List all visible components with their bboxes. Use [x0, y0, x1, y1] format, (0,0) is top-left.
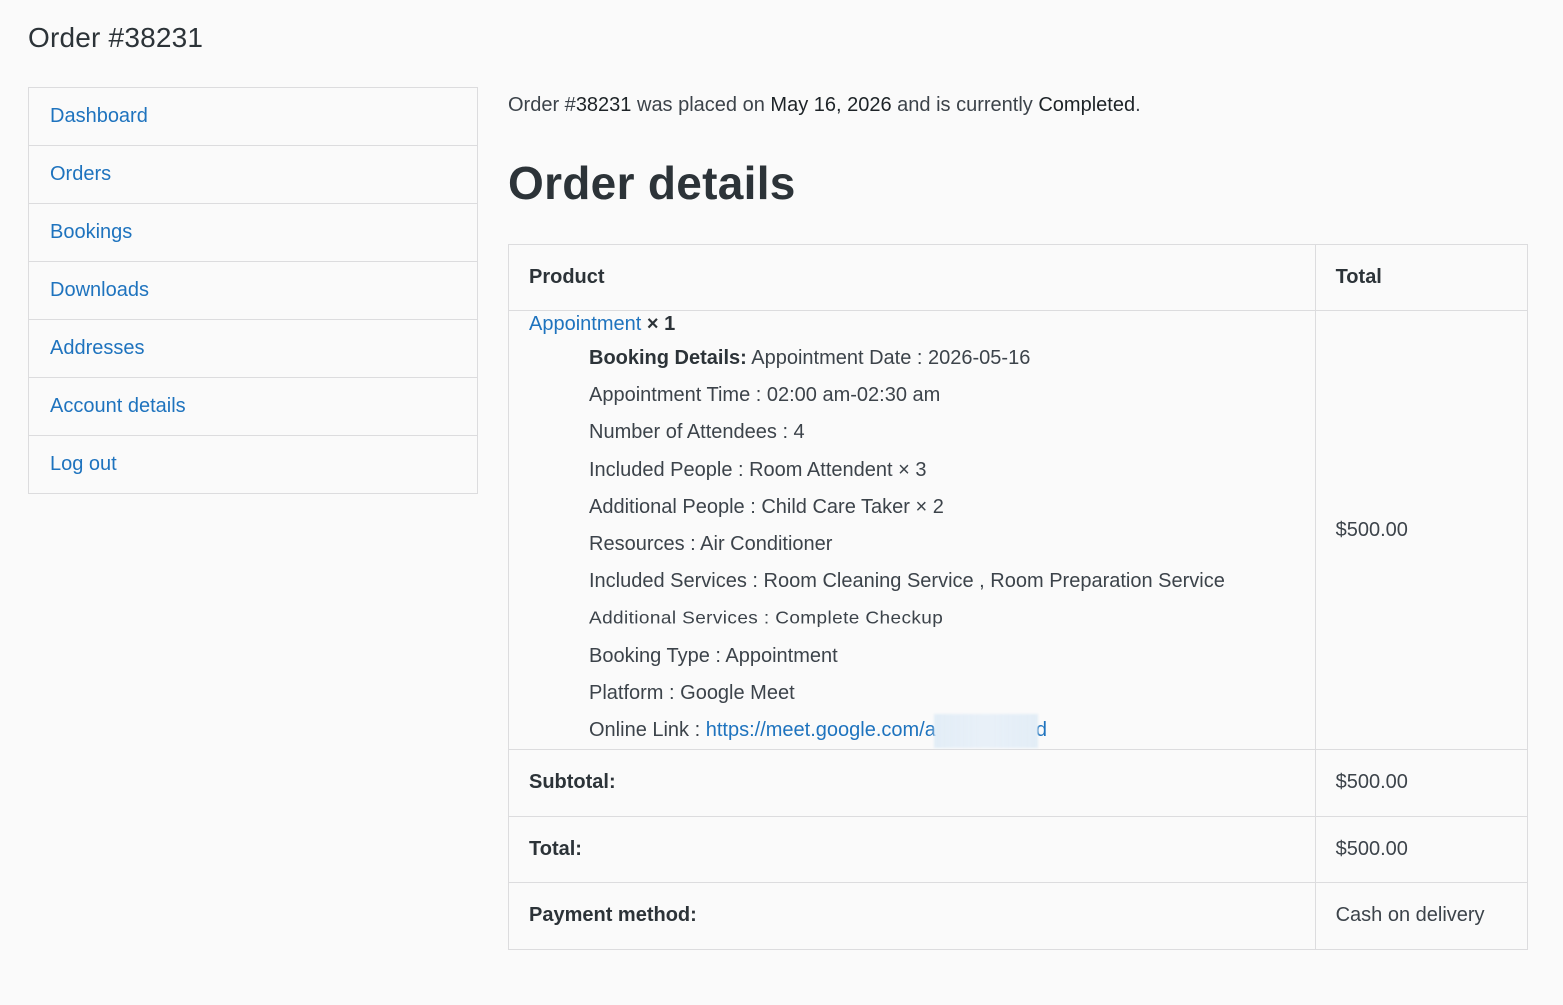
booking-meta: Booking Details: Appointment Date : 2026…: [589, 340, 1295, 749]
product-quantity: × 1: [646, 313, 676, 335]
product-cell: Appointment × 1 Booking Details: Appoint…: [508, 309, 1316, 751]
booking-meta-row: Number of Attendees : 4: [589, 421, 805, 444]
order-status-line: Order #38231 was placed on May 16, 2026 …: [508, 92, 1528, 118]
online-link-text-start: https://meet.google.com/a: [705, 718, 936, 741]
redaction-overlay: [933, 713, 1038, 748]
payment-method-row: Payment method: Cash on delivery: [508, 882, 1529, 950]
status-prefix: Order #: [508, 94, 576, 116]
nav-item-log-out[interactable]: Log out: [29, 436, 477, 493]
booking-meta-row: Resources : Air Conditioner: [589, 532, 833, 555]
total-row: Total: $500.00: [508, 815, 1529, 884]
booking-meta-row: Included Services : Room Cleaning Servic…: [589, 570, 1225, 593]
booking-meta-row: Additional Services : Complete Checkup: [589, 609, 944, 629]
column-header-product: Product: [508, 244, 1316, 311]
order-content: Order #38231 was placed on May 16, 2026 …: [508, 92, 1529, 950]
online-link-row: Online Link : https://meet.google.com/a d: [589, 712, 1295, 749]
order-details-table: Product Total Appointment × 1 Booking De…: [508, 244, 1529, 950]
nav-item-dashboard[interactable]: Dashboard: [29, 88, 477, 146]
status-text: was placed on: [631, 94, 771, 116]
online-link[interactable]: https://meet.google.com/a d: [705, 713, 1047, 748]
subtotal-label: Subtotal:: [508, 749, 1316, 817]
product-name: Appointment × 1: [529, 311, 1295, 337]
order-details-heading: Order details: [508, 157, 796, 209]
item-total: $500.00: [1314, 309, 1529, 751]
column-header-total: Total: [1314, 244, 1529, 311]
total-label: Total:: [508, 815, 1316, 884]
total-value: $500.00: [1314, 815, 1529, 884]
order-item-row: Appointment × 1 Booking Details: Appoint…: [508, 309, 1529, 751]
online-link-label: Online Link :: [589, 718, 706, 741]
booking-meta-row: Appointment Time : 02:00 am-02:30 am: [589, 384, 941, 407]
payment-method-label: Payment method:: [508, 882, 1316, 950]
booking-details-label: Booking Details:: [589, 347, 747, 369]
booking-meta-row: Additional People : Child Care Taker × 2: [589, 495, 944, 518]
booking-meta-row: Booking Details: Appointment Date : 2026…: [589, 340, 1295, 377]
order-number: 38231: [575, 94, 632, 116]
nav-item-orders[interactable]: Orders: [29, 146, 477, 204]
order-date: May 16, 2026: [770, 94, 892, 116]
product-link[interactable]: Appointment: [529, 313, 641, 335]
nav-item-account-details[interactable]: Account details: [29, 378, 477, 436]
nav-item-downloads[interactable]: Downloads: [29, 262, 477, 320]
status-text: and is currently: [891, 94, 1039, 116]
account-navigation: Dashboard Orders Bookings Downloads Addr…: [28, 87, 478, 494]
subtotal-row: Subtotal: $500.00: [508, 749, 1529, 817]
booking-meta-row: Booking Type : Appointment: [589, 644, 838, 667]
meta-value: Appointment Date : 2026-05-16: [746, 347, 1031, 369]
payment-method-value: Cash on delivery: [1314, 882, 1529, 950]
page-title: Order #38231: [28, 22, 204, 53]
nav-item-addresses[interactable]: Addresses: [29, 320, 477, 378]
booking-meta-row: Platform : Google Meet: [589, 681, 795, 704]
booking-meta-row: Included People : Room Attendent × 3: [589, 458, 927, 481]
order-state: Completed: [1038, 94, 1136, 116]
status-suffix: .: [1135, 94, 1141, 116]
nav-item-bookings[interactable]: Bookings: [29, 204, 477, 262]
page: Order #38231 Dashboard Orders Bookings D…: [0, 0, 1563, 1005]
subtotal-value: $500.00: [1314, 749, 1529, 817]
